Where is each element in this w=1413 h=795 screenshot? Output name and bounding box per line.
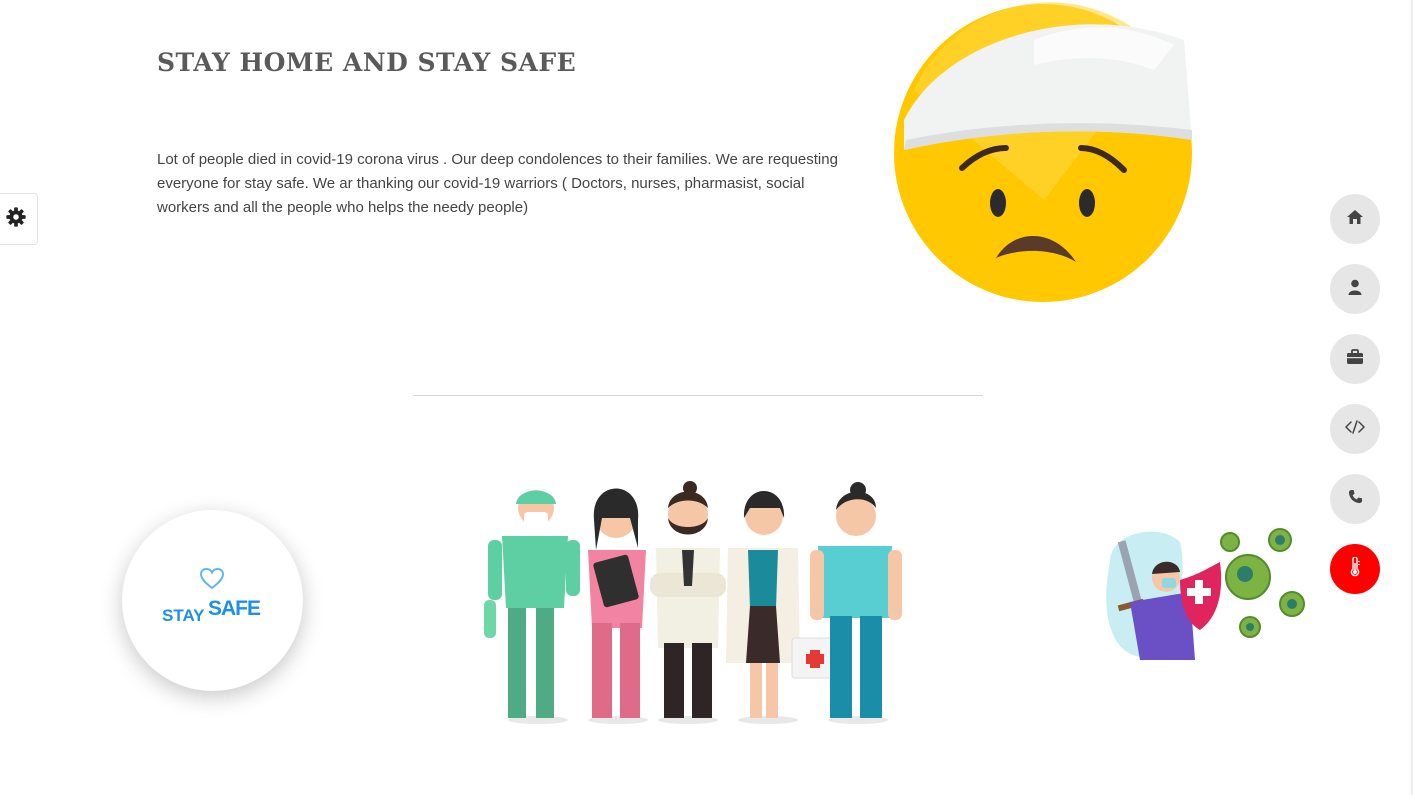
section-divider (413, 395, 983, 396)
nav-home-button[interactable] (1330, 194, 1380, 244)
nav-work-button[interactable] (1330, 334, 1380, 384)
briefcase-icon (1346, 348, 1364, 370)
user-icon (1348, 279, 1362, 300)
home-icon (1346, 209, 1364, 230)
intro-paragraph: Lot of people died in covid-19 corona vi… (157, 151, 838, 216)
healthcare-workers-illustration (480, 478, 912, 728)
virus-fighter-illustration (1100, 522, 1315, 667)
page-title: STAY HOME AND STAY SAFE (157, 48, 577, 77)
code-icon (1345, 419, 1365, 439)
phone-icon (1348, 489, 1363, 509)
sad-emoji-illustration (884, 0, 1204, 310)
nav-contact-button[interactable] (1330, 474, 1380, 524)
nav-covid-button[interactable] (1330, 544, 1380, 594)
nav-about-button[interactable] (1330, 264, 1380, 314)
stay-safe-logo: STAY SAFE (122, 510, 303, 691)
logo-stay-text: STAY (162, 606, 205, 625)
heart-icon (199, 567, 225, 596)
nav-code-button[interactable] (1330, 404, 1380, 454)
settings-toggle[interactable] (0, 193, 38, 245)
thermometer-icon (1349, 555, 1361, 582)
gear-icon (5, 206, 27, 233)
logo-safe-text: SAFE (208, 597, 261, 620)
side-navigation (1330, 194, 1380, 614)
